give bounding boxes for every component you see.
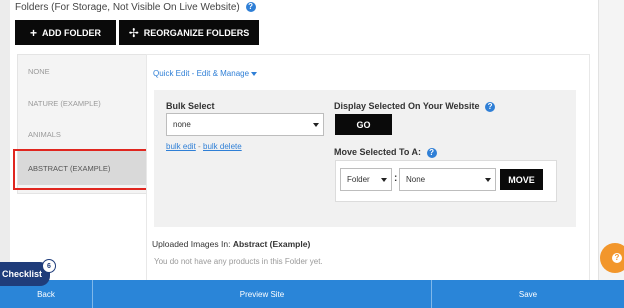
move-button[interactable]: MOVE [500,169,543,190]
plus-icon: + [29,25,37,40]
go-label: GO [356,119,371,130]
uploaded-folder-name: Abstract (Example) [232,239,311,249]
back-label: Back [37,289,55,299]
bulk-link-separator: - [198,142,201,151]
move-type-value: Folder [347,175,370,184]
bulk-edit-link[interactable]: bulk edit [166,142,196,151]
add-folder-label: ADD FOLDER [42,27,101,38]
help-icon[interactable]: ? [245,2,256,13]
empty-folder-message: You do not have any products in this Fol… [154,257,323,266]
quick-edit-label: Quick Edit - Edit & Manage [153,69,250,78]
display-selected-label: Display Selected On Your Website ? [334,101,496,112]
uploaded-images-heading: Uploaded Images In: Abstract (Example) [152,239,310,249]
folder-item-none[interactable]: NONE [28,67,50,76]
move-target-select[interactable]: None [399,168,496,191]
move-selected-label: Move Selected To A: ? [334,147,437,158]
go-button[interactable]: GO [335,114,392,135]
folders-section-title: Folders (For Storage, Not Visible On Liv… [15,2,256,13]
move-colon: : [394,173,398,184]
move-label: MOVE [508,174,535,185]
move-help-icon[interactable]: ? [426,147,437,158]
move-target-value: None [406,175,426,184]
preview-site-button[interactable]: Preview Site [93,280,431,308]
bulk-select-value: none [173,120,191,129]
bulk-select-label: Bulk Select [166,101,215,111]
uploaded-images-prefix: Uploaded Images In: [152,239,231,249]
checklist-label: Checklist [2,269,43,279]
reorganize-folders-button[interactable]: ✢ REORGANIZE FOLDERS [119,20,259,45]
bulk-select-dropdown[interactable]: none [166,113,324,136]
dropdown-arrow-icon [313,122,319,127]
add-folder-button[interactable]: + ADD FOLDER [15,20,116,45]
save-button[interactable]: Save [432,280,624,308]
folders-title-text: Folders (For Storage, Not Visible On Liv… [15,2,240,13]
display-selected-text: Display Selected On Your Website [334,101,480,111]
move-selected-text: Move Selected To A: [334,147,422,157]
folder-item-nature[interactable]: NATURE (EXAMPLE) [28,99,101,108]
dropdown-arrow-icon [381,177,387,182]
preview-site-label: Preview Site [239,289,285,299]
display-help-icon[interactable]: ? [485,101,496,112]
folder-item-animals[interactable]: ANIMALS [28,130,61,139]
save-label: Save [518,289,538,299]
move-type-select[interactable]: Folder [340,168,392,191]
reorganize-folders-label: REORGANIZE FOLDERS [143,27,250,38]
quick-edit-menu[interactable]: Quick Edit - Edit & Manage [153,69,258,78]
bulk-delete-link[interactable]: bulk delete [203,142,242,151]
checklist-count-badge: 6 [42,259,56,273]
caret-down-icon [251,71,258,76]
dropdown-arrow-icon [485,177,491,182]
question-icon: ? [612,253,622,263]
move-arrows-icon: ✢ [128,25,139,40]
selected-folder-highlight [13,149,149,190]
